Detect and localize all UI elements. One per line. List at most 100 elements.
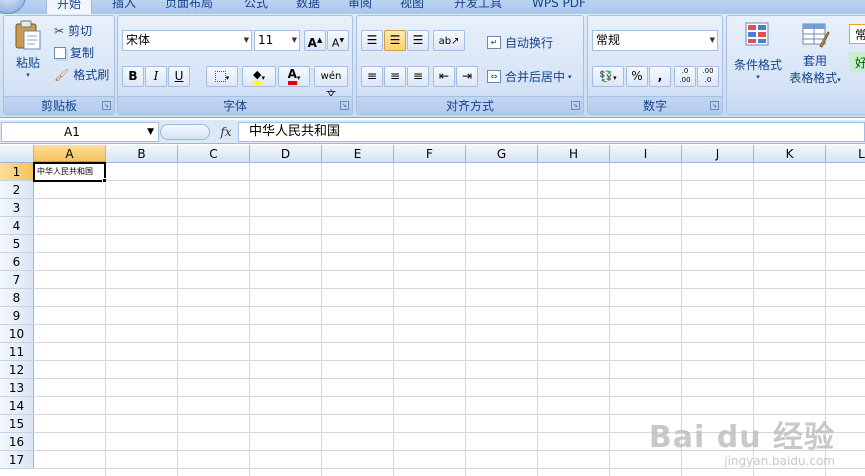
copy-icon (54, 46, 66, 59)
align-top-button[interactable]: ☰ (361, 30, 383, 51)
format-as-table-label-1: 套用 (802, 54, 827, 68)
formula-bar-resize-handle[interactable] (160, 124, 210, 140)
tab-developer[interactable]: 开发工具 (454, 0, 502, 14)
orientation-button[interactable]: ab↗ (433, 30, 465, 51)
row-header-12[interactable]: 12 (0, 361, 34, 379)
chevron-down-icon[interactable]: ▼ (147, 123, 154, 141)
font-group: 宋体 ▼ 11 ▼ A▲ A▼ B I U ▾ ◆▾ A▾ wén 文 字体 ↘ (117, 15, 353, 115)
chevron-down-icon: ▾ (756, 73, 760, 81)
column-header-d[interactable]: D (250, 145, 322, 163)
styles-group: 条件格式 ▾ 套用 表格格式▾ 常 好 (726, 15, 865, 115)
row-header-8[interactable]: 8 (0, 289, 34, 307)
alignment-launcher-icon[interactable]: ↘ (571, 101, 580, 110)
column-header-e[interactable]: E (322, 145, 394, 163)
phonetic-button[interactable]: wén 文 (314, 66, 348, 101)
formula-input[interactable]: 中华人民共和国 (238, 122, 865, 142)
font-color-button[interactable]: A▾ (278, 66, 310, 87)
borders-button[interactable]: ▾ (206, 66, 238, 87)
row-header-10[interactable]: 10 (0, 325, 34, 343)
font-launcher-icon[interactable]: ↘ (340, 101, 349, 110)
column-header-k[interactable]: K (754, 145, 826, 163)
increase-indent-button[interactable]: ⇥ (456, 66, 478, 87)
font-size-combo[interactable]: 11 ▼ (254, 30, 300, 51)
row-header-6[interactable]: 6 (0, 253, 34, 271)
brush-icon: 🖌 (54, 67, 70, 82)
chevron-down-icon: ▾ (26, 71, 30, 79)
name-box[interactable]: A1 ▼ (1, 122, 159, 142)
row-header-17[interactable]: 17 (0, 451, 34, 469)
shrink-font-button[interactable]: A▼ (327, 30, 349, 51)
cut-button[interactable]: ✂ 剪切 (54, 22, 92, 39)
tab-data[interactable]: 数据 (296, 0, 320, 14)
decrease-indent-button[interactable]: ⇤ (433, 66, 455, 87)
tab-wps-pdf[interactable]: WPS PDF (532, 0, 586, 14)
clipboard-launcher-icon[interactable]: ↘ (102, 101, 111, 110)
wrap-text-button[interactable]: ↵ 自动换行 (487, 34, 553, 51)
row-header-3[interactable]: 3 (0, 199, 34, 217)
tab-home[interactable]: 开始 (46, 0, 93, 14)
row-header-13[interactable]: 13 (0, 379, 34, 397)
row-header-15[interactable]: 15 (0, 415, 34, 433)
underline-button[interactable]: U (168, 66, 190, 87)
increase-decimal-button[interactable]: .0 .00 (674, 66, 696, 87)
insert-function-icon[interactable]: fx (216, 122, 236, 142)
row-header-1[interactable]: 1 (0, 163, 34, 181)
currency-button[interactable]: 💱▾ (592, 66, 624, 87)
percent-button[interactable]: % (626, 66, 648, 87)
align-bottom-button[interactable]: ☰ (407, 30, 429, 51)
row-header-4[interactable]: 4 (0, 217, 34, 235)
column-header-l[interactable]: L (826, 145, 865, 163)
grow-font-button[interactable]: A▲ (304, 30, 326, 51)
decrease-decimal-button[interactable]: .00 .0 (697, 66, 719, 87)
comma-button[interactable]: , (649, 66, 671, 87)
column-header-j[interactable]: J (682, 145, 754, 163)
chevron-down-icon: ▾ (568, 72, 572, 81)
bold-button[interactable]: B (122, 66, 144, 87)
row-header-11[interactable]: 11 (0, 343, 34, 361)
merge-center-button[interactable]: ⇔ 合并后居中 ▾ (487, 68, 572, 85)
number-format-combo[interactable]: 常规 ▼ (592, 30, 718, 51)
italic-button[interactable]: I (145, 66, 167, 87)
font-group-label: 字体 (118, 96, 352, 114)
align-middle-button[interactable]: ☰ (384, 30, 406, 51)
row-header-16[interactable]: 16 (0, 433, 34, 451)
align-center-button[interactable]: ≡ (384, 66, 406, 87)
column-header-g[interactable]: G (466, 145, 538, 163)
select-all-corner[interactable] (0, 145, 34, 163)
column-header-c[interactable]: C (178, 145, 250, 163)
column-header-i[interactable]: I (610, 145, 682, 163)
column-header-b[interactable]: B (106, 145, 178, 163)
tab-formulas[interactable]: 公式 (244, 0, 268, 14)
font-name-combo[interactable]: 宋体 ▼ (122, 30, 252, 51)
row-header-5[interactable]: 5 (0, 235, 34, 253)
row-header-2[interactable]: 2 (0, 181, 34, 199)
tab-review[interactable]: 审阅 (348, 0, 372, 14)
row-header-14[interactable]: 14 (0, 397, 34, 415)
format-painter-button[interactable]: 🖌 格式刷 (54, 66, 109, 83)
tab-page-layout[interactable]: 页面布局 (165, 0, 213, 14)
office-button[interactable] (0, 0, 26, 14)
paste-button[interactable]: 粘贴 ▾ (10, 20, 46, 79)
fill-handle[interactable] (102, 178, 107, 183)
column-header-a[interactable]: A (34, 145, 106, 163)
style-good[interactable]: 好 (849, 52, 865, 72)
active-cell-a1[interactable]: 中华人民共和国 (33, 162, 106, 182)
row-header-7[interactable]: 7 (0, 271, 34, 289)
fill-color-button[interactable]: ◆▾ (242, 66, 276, 87)
column-header-h[interactable]: H (538, 145, 610, 163)
number-group: 常规 ▼ 💱▾ % , .0 .00 .00 .0 数字 ↘ (587, 15, 723, 115)
row-header-9[interactable]: 9 (0, 307, 34, 325)
align-right-button[interactable]: ≡ (407, 66, 429, 87)
align-left-button[interactable]: ≡ (361, 66, 383, 87)
wrap-text-label: 自动换行 (505, 36, 554, 50)
copy-button[interactable]: 复制 (54, 44, 94, 61)
scissors-icon: ✂ (54, 23, 65, 38)
column-header-f[interactable]: F (394, 145, 466, 163)
number-launcher-icon[interactable]: ↘ (710, 101, 719, 110)
formula-bar: A1 ▼ fx 中华人民共和国 (0, 120, 865, 144)
style-normal[interactable]: 常 (849, 24, 865, 44)
conditional-format-button[interactable]: 条件格式 ▾ (731, 20, 785, 81)
tab-insert[interactable]: 插入 (112, 0, 136, 14)
format-as-table-button[interactable]: 套用 表格格式▾ (785, 20, 845, 86)
tab-view[interactable]: 视图 (400, 0, 424, 14)
